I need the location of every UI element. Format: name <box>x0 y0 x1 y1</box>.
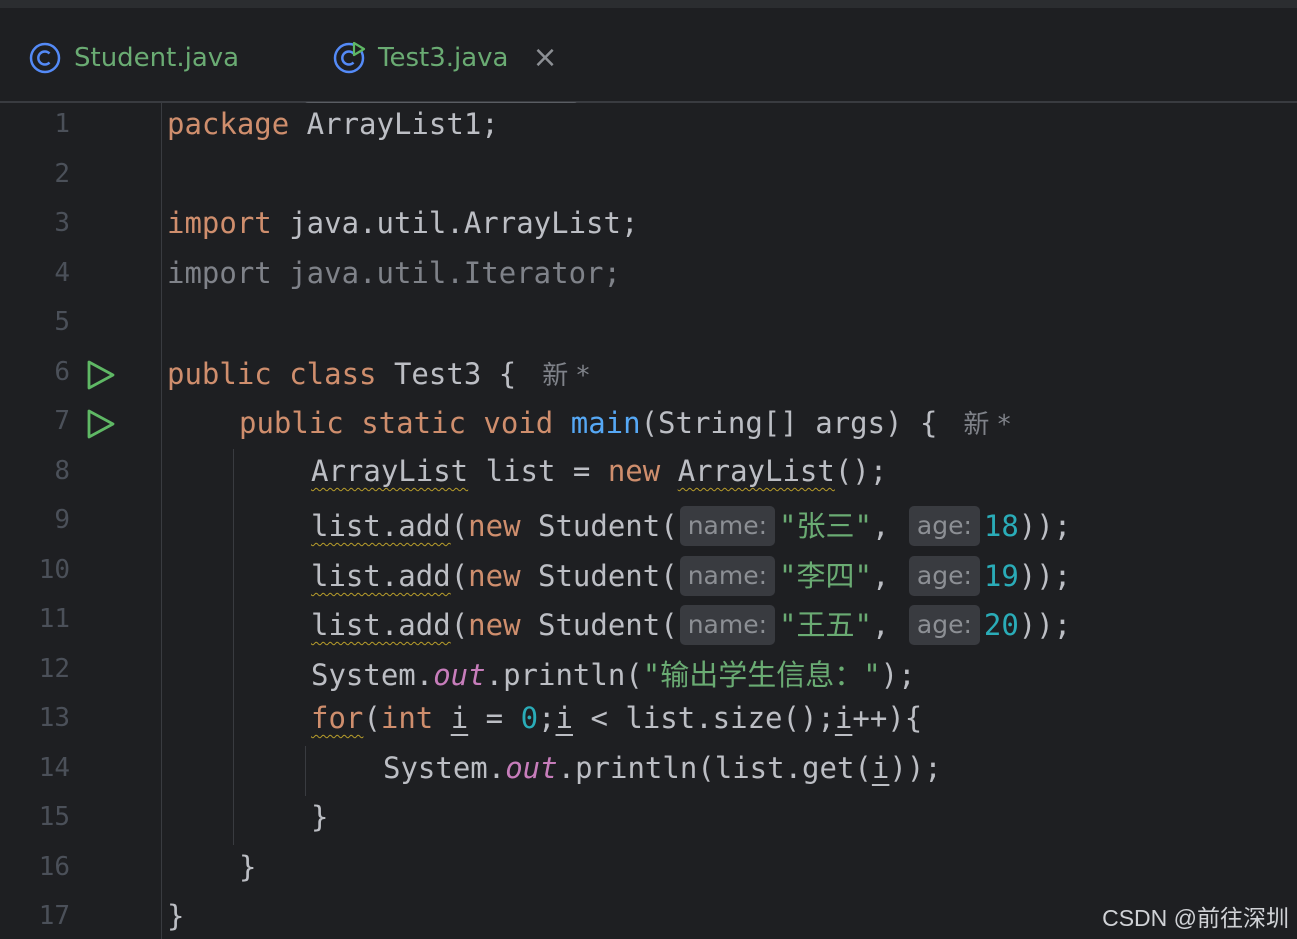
java-runnable-class-icon <box>333 41 366 74</box>
code-line-7: 7 public static void main(String[] args)… <box>0 400 1297 450</box>
code-line-5: 5 <box>0 301 1297 351</box>
code-text: public static void main(String[] args) {… <box>239 406 1011 440</box>
line-number: 17 <box>38 901 70 931</box>
tab-test3-java[interactable]: Test3.java × <box>332 30 558 86</box>
line-number: 10 <box>38 555 70 585</box>
param-hint: name: <box>679 605 776 645</box>
code-line-2: 2 <box>0 153 1297 203</box>
unused-import: import java.util.Iterator; <box>167 256 621 290</box>
line-number: 4 <box>54 258 70 288</box>
line-number: 8 <box>54 456 70 486</box>
line-number: 3 <box>54 208 70 238</box>
code-line-15: 15 } <box>0 796 1297 846</box>
code-text: list.add(new Student(name: "王五", age: 20))… <box>311 602 1071 645</box>
param-hint: age: <box>908 556 980 596</box>
line-number: 1 <box>54 109 70 139</box>
line-number: 12 <box>38 654 70 684</box>
code-text: public class Test3 {新 * <box>167 357 590 391</box>
code-text: } <box>311 800 329 834</box>
editor-tab-bar: Student.java Test3.java × <box>0 8 1297 110</box>
line-number: 2 <box>54 159 70 189</box>
author-hint: 新 * <box>542 361 590 391</box>
code-text: for(int i = 0;i < list.size();i++){ <box>311 701 923 735</box>
line-number: 9 <box>54 505 70 535</box>
code-line-1: 1 package ArrayList1; <box>0 103 1297 153</box>
code-text: list.add(new Student(name: "李四", age: 19))… <box>311 553 1071 596</box>
code-text: System.out.println("输出学生信息："); <box>311 658 916 692</box>
line-number: 6 <box>54 357 70 387</box>
code-text: System.out.println(list.get(i)); <box>383 751 942 785</box>
line-number: 13 <box>38 703 70 733</box>
java-class-icon <box>29 42 61 74</box>
code-line-14: 14 System.out.println(list.get(i)); <box>0 747 1297 797</box>
run-icon[interactable] <box>86 408 116 440</box>
code-line-11: 11 list.add(new Student(name: "王五", age: 2… <box>0 598 1297 648</box>
code-line-9: 9 list.add(new Student(name: "张三", age: 18… <box>0 499 1297 549</box>
line-number: 16 <box>38 852 70 882</box>
tab-label: Student.java <box>74 43 240 73</box>
code-line-8: 8 ArrayList list = new ArrayList(); <box>0 450 1297 500</box>
code-text: ArrayList list = new ArrayList(); <box>311 454 888 488</box>
code-line-13: 13 for(int i = 0;i < list.size();i++){ <box>0 697 1297 747</box>
line-number: 5 <box>54 307 70 337</box>
code-text: } <box>167 899 185 933</box>
param-hint: age: <box>908 605 980 645</box>
param-hint: name: <box>679 556 776 596</box>
tab-label: Test3.java <box>378 43 509 73</box>
close-icon[interactable]: × <box>532 43 557 73</box>
code-line-10: 10 list.add(new Student(name: "李四", age: 1… <box>0 549 1297 599</box>
author-hint: 新 * <box>963 410 1011 440</box>
code-line-12: 12 System.out.println("输出学生信息："); <box>0 648 1297 698</box>
window-top-strip <box>0 0 1297 8</box>
code-line-16: 16 } <box>0 846 1297 896</box>
line-number: 11 <box>38 604 70 634</box>
code-text: } <box>239 850 257 884</box>
code-text: package ArrayList1; <box>167 107 499 141</box>
code-line-6: 6 public class Test3 {新 * <box>0 351 1297 401</box>
code-text: import java.util.ArrayList; <box>167 206 639 240</box>
code-line-3: 3 import java.util.ArrayList; <box>0 202 1297 252</box>
line-number: 14 <box>38 753 70 783</box>
line-number: 7 <box>54 406 70 436</box>
param-hint: age: <box>908 506 980 546</box>
code-text: list.add(new Student(name: "张三", age: 18))… <box>311 503 1071 546</box>
watermark: CSDN @前往深圳 <box>1102 905 1289 931</box>
code-line-4: 4 import java.util.Iterator; <box>0 252 1297 302</box>
line-number: 15 <box>38 802 70 832</box>
tab-student-java[interactable]: Student.java <box>28 30 239 86</box>
param-hint: name: <box>679 506 776 546</box>
run-icon[interactable] <box>86 359 116 391</box>
